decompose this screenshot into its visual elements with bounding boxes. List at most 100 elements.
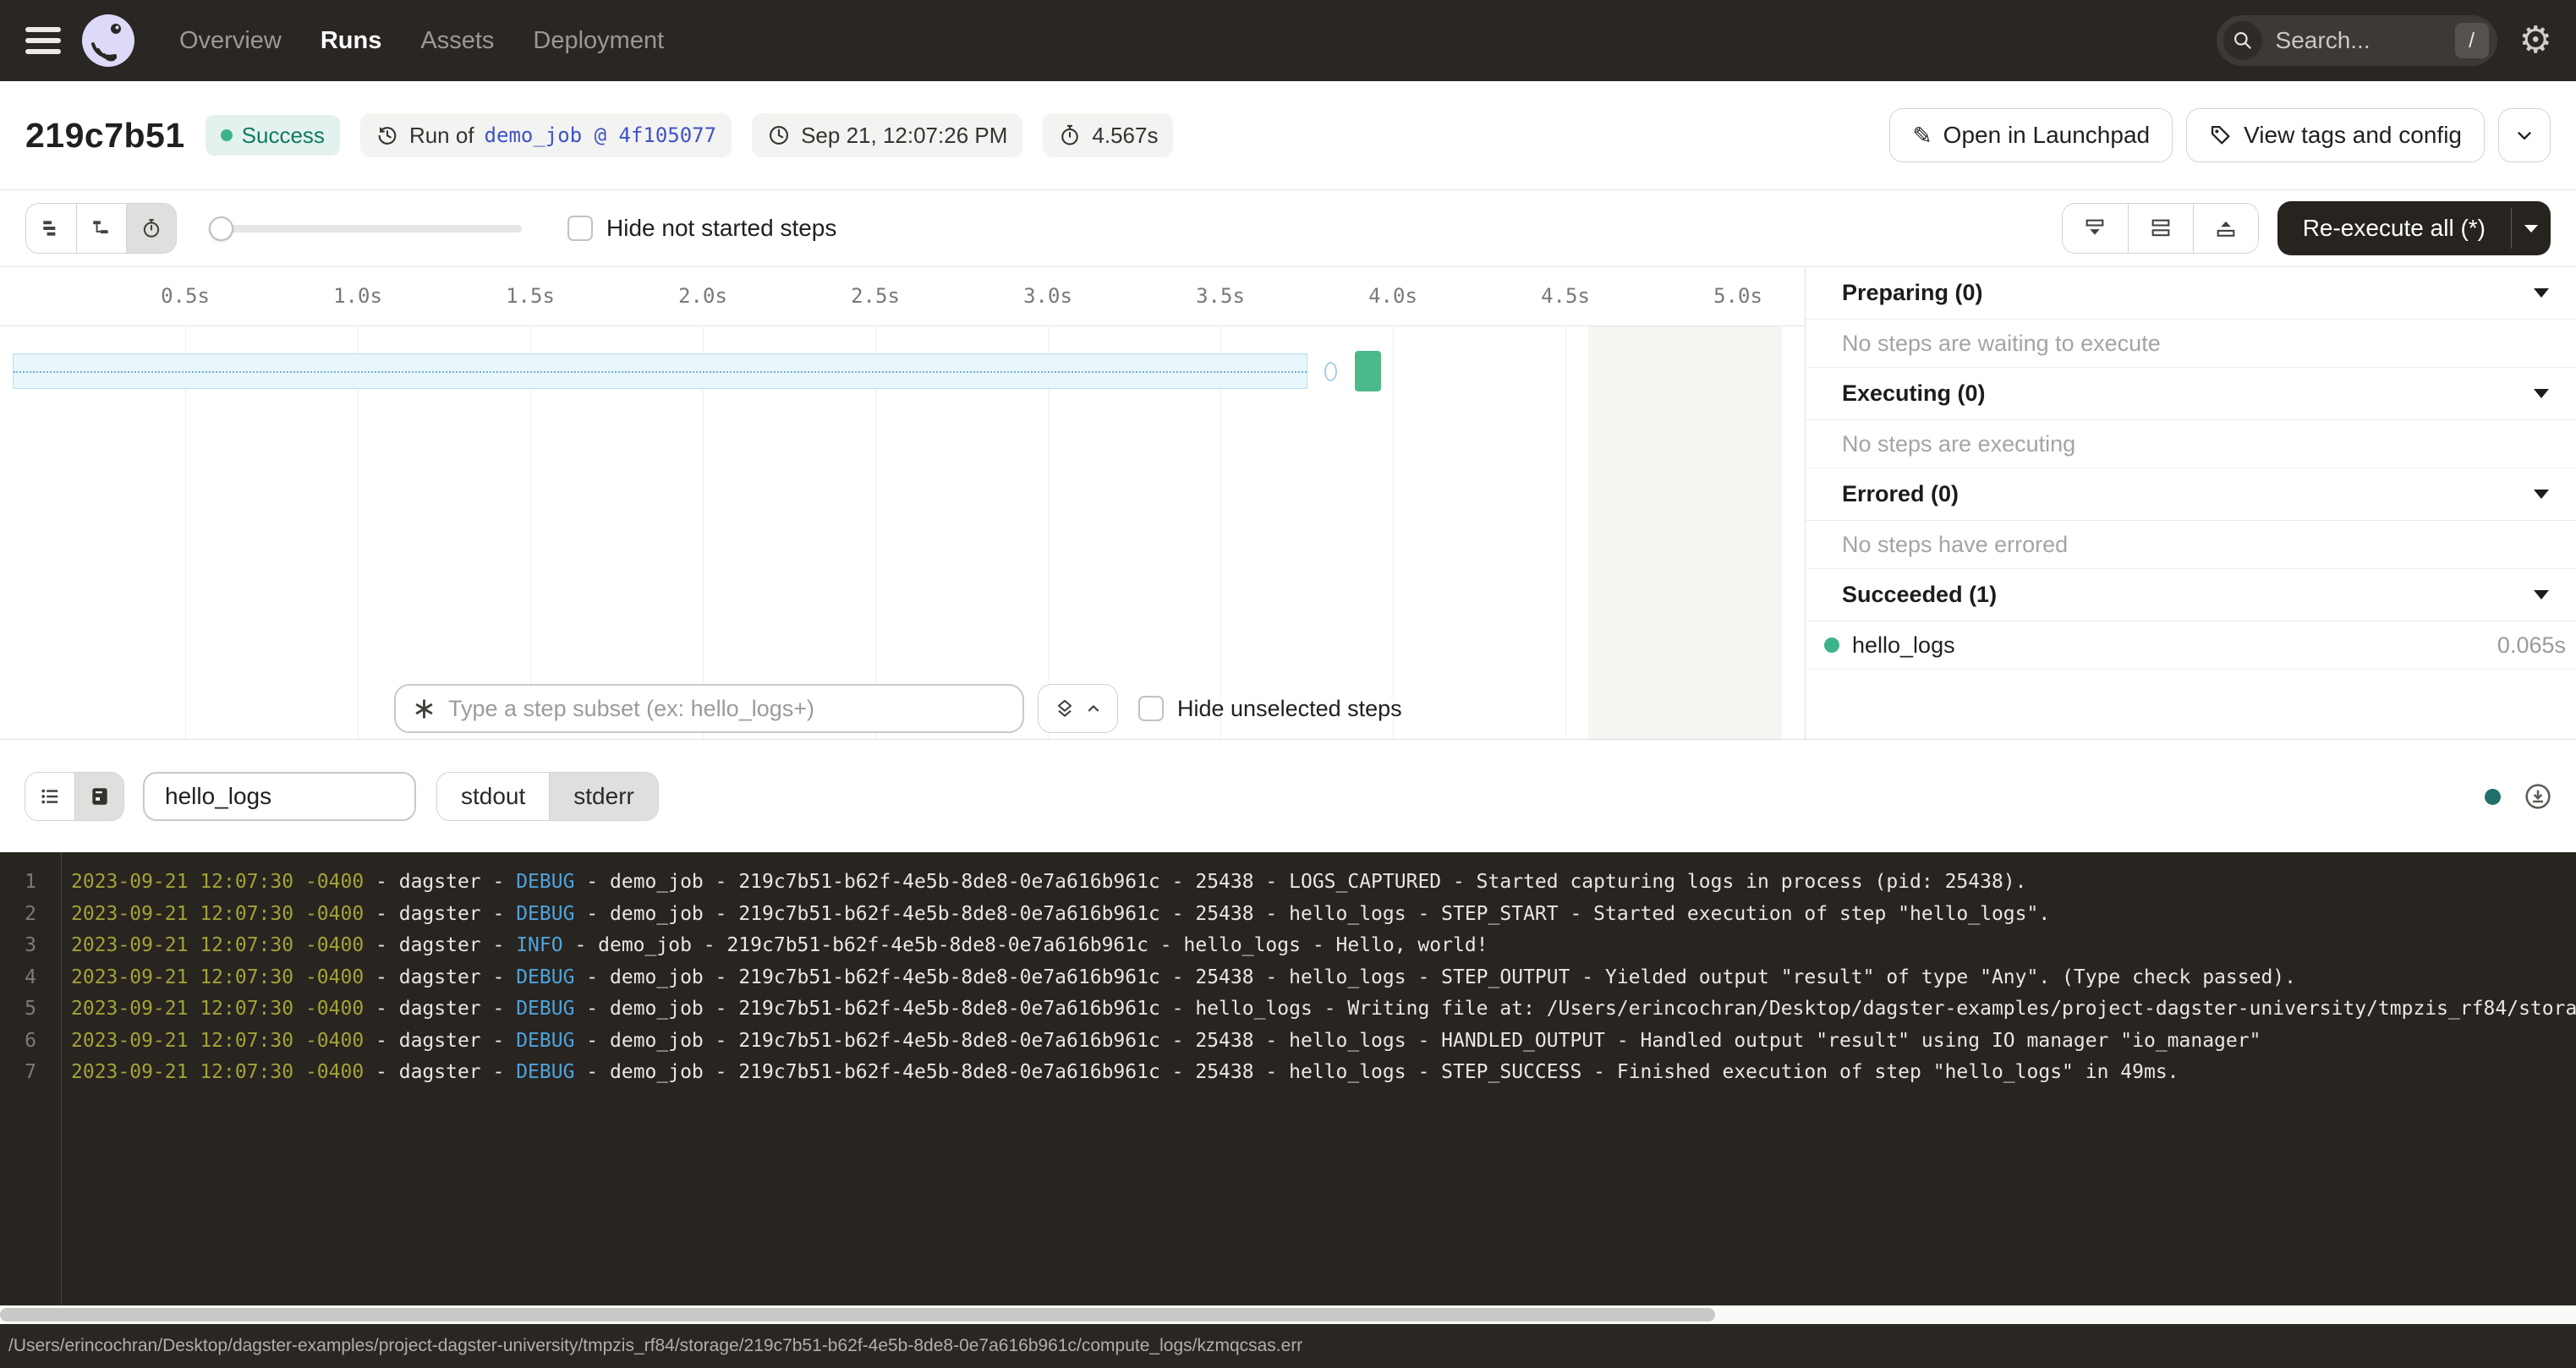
log-ts msg-start: 2023-09-21 12:07:30 -0400: [61, 1030, 364, 1052]
clock-icon: [767, 123, 791, 147]
status-badge: Success: [206, 115, 340, 156]
split-panels-button[interactable]: [2128, 204, 2193, 253]
raw-log-console[interactable]: 12023-09-21 12:07:30 -0400 - dagster - D…: [0, 852, 2576, 1305]
log-src: - dagster -: [364, 1061, 516, 1083]
log-src: - dagster -: [364, 934, 516, 956]
stdout-stderr-tabs: stdoutstderr: [436, 772, 659, 821]
reexecute-dropdown-button[interactable]: [2512, 201, 2551, 255]
log-ts msg-start: 2023-09-21 12:07:30 -0400: [61, 903, 364, 925]
log-msg: - demo_job - 219c7b51-b62f-4e5b-8de8-0e7…: [574, 998, 2576, 1020]
run-main: 0.5s1.0s1.5s2.0s2.5s3.0s3.5s4.0s4.5s5.0s…: [0, 266, 2576, 740]
status-dot-icon: [221, 129, 233, 141]
axis-tick-label: 3.5s: [1187, 284, 1254, 308]
apply-selection-button[interactable]: [1038, 684, 1118, 733]
beyond-run-region: [1588, 326, 1782, 739]
download-logs-icon[interactable]: [2524, 783, 2551, 810]
log-filter-input[interactable]: hello_logs: [143, 772, 416, 821]
job-commit-link[interactable]: demo_job @ 4f105077: [485, 123, 717, 147]
collapse-bottom-panel-button[interactable]: [2063, 204, 2128, 253]
log-line: 22023-09-21 12:07:30 -0400 - dagster - D…: [0, 899, 2576, 931]
section-caret-icon: [2534, 590, 2549, 599]
duration-tag: 4.567s: [1043, 113, 1173, 157]
run-header: 219c7b51 Success Run of demo_job @ 4f105…: [0, 81, 2576, 190]
step-row-hello_logs[interactable]: hello_logs0.065s: [1806, 621, 2576, 670]
nav-item-deployment[interactable]: Deployment: [533, 27, 664, 55]
zoom-slider[interactable]: [209, 203, 522, 254]
view-tags-button[interactable]: View tags and config: [2186, 108, 2485, 162]
slider-handle[interactable]: [209, 216, 233, 241]
log-line: 32023-09-21 12:07:30 -0400 - dagster - I…: [0, 930, 2576, 962]
run-of-prefix: Run of: [409, 123, 474, 149]
axis-tick-label: 2.5s: [841, 284, 909, 308]
nav-item-assets[interactable]: Assets: [420, 27, 494, 55]
log-view-mode-group: [25, 772, 124, 821]
flat-view-button[interactable]: [26, 204, 76, 253]
more-actions-button[interactable]: [2498, 108, 2551, 162]
log-line: 62023-09-21 12:07:30 -0400 - dagster - D…: [0, 1026, 2576, 1058]
gantt-time-axis: 0.5s1.0s1.5s2.0s2.5s3.0s3.5s4.0s4.5s5.0s: [0, 267, 1805, 326]
log-msg: - demo_job - 219c7b51-b62f-4e5b-8de8-0e7…: [574, 903, 2050, 925]
dagster-logo-icon[interactable]: [81, 14, 135, 68]
axis-tick-label: 3.0s: [1014, 284, 1082, 308]
log-lvl: DEBUG: [516, 1030, 574, 1052]
tab-stdout[interactable]: stdout: [437, 773, 549, 820]
raw-log-view-button[interactable]: [74, 773, 123, 820]
start-time-tag: Sep 21, 12:07:26 PM: [752, 113, 1022, 157]
log-ts msg-start: 2023-09-21 12:07:30 -0400: [61, 871, 364, 893]
log-capture-status-dot: [2485, 789, 2501, 805]
panel-section-header[interactable]: Preparing (0): [1806, 267, 2576, 320]
hide-not-started-checkbox-row[interactable]: Hide not started steps: [567, 215, 836, 242]
axis-tick-label: 1.0s: [324, 284, 392, 308]
hide-unselected-checkbox-row[interactable]: Hide unselected steps: [1138, 696, 1402, 722]
panel-section-header[interactable]: Executing (0): [1806, 368, 2576, 420]
tab-stderr[interactable]: stderr: [549, 773, 658, 820]
log-src: - dagster -: [364, 966, 516, 988]
hide-not-started-checkbox[interactable]: [567, 216, 593, 241]
axis-tick-label: 1.5s: [496, 284, 564, 308]
panel-empty-message: No steps are waiting to execute: [1806, 320, 2576, 368]
step-subset-input[interactable]: Type a step subset (ex: hello_logs+): [394, 684, 1024, 733]
log-lvl: DEBUG: [516, 871, 574, 893]
panel-section-header[interactable]: Succeeded (1): [1806, 569, 2576, 621]
horizontal-scrollbar[interactable]: [0, 1305, 2576, 1324]
nav-item-runs[interactable]: Runs: [321, 27, 382, 55]
axis-tick-label: 4.0s: [1359, 284, 1427, 308]
open-launchpad-button[interactable]: ✎ Open in Launchpad: [1889, 108, 2173, 162]
timed-view-button[interactable]: [126, 204, 176, 253]
scrollbar-thumb[interactable]: [0, 1308, 1715, 1321]
step-bar-hello-logs[interactable]: [1355, 351, 1381, 391]
log-lvl: DEBUG: [516, 966, 574, 988]
settings-gear-icon[interactable]: ⚙: [2519, 22, 2552, 59]
step-name: hello_logs: [1852, 632, 1955, 659]
waterfall-view-button[interactable]: [76, 204, 126, 253]
log-lvl: DEBUG: [516, 903, 574, 925]
gantt-toolbar: Hide not started steps Re-execute all (*…: [0, 190, 2576, 266]
log-msg: - demo_job - 219c7b51-b62f-4e5b-8de8-0e7…: [574, 1030, 2261, 1052]
step-subset-controls: Type a step subset (ex: hello_logs+) Hid…: [394, 684, 1402, 733]
reexecute-all-button[interactable]: Re-execute all (*): [2277, 201, 2551, 255]
log-line: 42023-09-21 12:07:30 -0400 - dagster - D…: [0, 962, 2576, 994]
status-bar: /Users/erincochran/Desktop/dagster-examp…: [0, 1324, 2576, 1368]
chevron-up-icon: [1084, 699, 1103, 718]
panel-section-header[interactable]: Errored (0): [1806, 468, 2576, 521]
menu-icon[interactable]: [24, 24, 63, 57]
search-input[interactable]: Search... /: [2217, 15, 2497, 66]
expand-top-panel-button[interactable]: [2193, 204, 2258, 253]
search-shortcut-badge: /: [2455, 23, 2489, 58]
status-label: Success: [242, 123, 325, 149]
slider-track: [209, 225, 522, 233]
nav-item-overview[interactable]: Overview: [179, 27, 282, 55]
step-subset-placeholder: Type a step subset (ex: hello_logs+): [448, 696, 814, 722]
log-lvl: INFO: [516, 934, 562, 956]
history-icon: [375, 123, 399, 147]
structured-log-view-button[interactable]: [25, 773, 74, 820]
log-ts msg-start: 2023-09-21 12:07:30 -0400: [61, 934, 364, 956]
hide-unselected-checkbox[interactable]: [1138, 696, 1164, 721]
panel-section-title: Preparing (0): [1842, 280, 1983, 306]
panel-section-title: Errored (0): [1842, 481, 1959, 507]
gantt-toolbar-right: Re-execute all (*): [2062, 201, 2551, 255]
op-selector-icon: [413, 698, 436, 720]
log-msg: - demo_job - 219c7b51-b62f-4e5b-8de8-0e7…: [574, 871, 2026, 893]
log-lvl: DEBUG: [516, 998, 574, 1020]
log-msg: - demo_job - 219c7b51-b62f-4e5b-8de8-0e7…: [574, 966, 2296, 988]
